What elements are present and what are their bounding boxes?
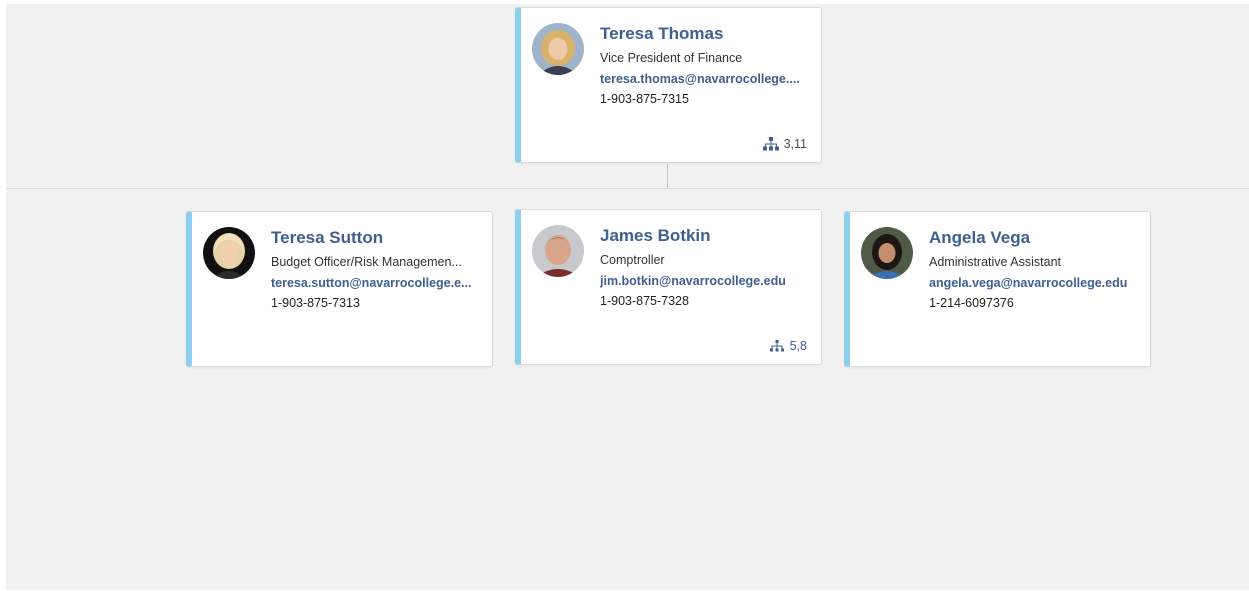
person-email-link[interactable]: teresa.thomas@navarrocollege.... [600, 71, 812, 88]
person-phone: 1-903-875-7313 [271, 296, 360, 310]
org-card-teresa-thomas[interactable]: Teresa Thomas Vice President of Finance … [515, 7, 822, 163]
person-photo-icon [532, 23, 584, 75]
person-phone: 1-903-875-7328 [600, 294, 689, 308]
person-name: Teresa Thomas [600, 24, 724, 43]
person-email-link[interactable]: teresa.sutton@navarrocollege.e... [271, 275, 483, 292]
person-email-link[interactable]: angela.vega@navarrocollege.edu [929, 275, 1141, 292]
org-hierarchy-icon [769, 339, 785, 353]
org-card-teresa-sutton[interactable]: Teresa Sutton Budget Officer/Risk Manage… [186, 211, 493, 367]
person-phone: 1-214-6097376 [929, 296, 1014, 310]
avatar [861, 227, 913, 279]
person-photo-icon [861, 227, 913, 279]
org-card-angela-vega[interactable]: Angela Vega Administrative Assistant ang… [844, 211, 1151, 367]
person-title: Comptroller [600, 253, 665, 267]
org-chart-canvas: Teresa Thomas Vice President of Finance … [6, 4, 1249, 590]
org-connector-line [667, 164, 668, 188]
direct-reports-button[interactable]: 3,11 [762, 137, 807, 151]
person-photo-icon [203, 227, 255, 279]
person-name: Teresa Sutton [271, 228, 384, 247]
person-phone: 1-903-875-7315 [600, 92, 689, 106]
avatar [203, 227, 255, 279]
person-photo-icon [532, 225, 584, 277]
person-email-link[interactable]: jim.botkin@navarrocollege.edu [600, 273, 812, 290]
reports-count: 5,8 [789, 339, 807, 353]
avatar [532, 23, 584, 75]
reports-count: 3,11 [783, 137, 807, 151]
direct-reports-button[interactable]: 5,8 [769, 339, 807, 353]
org-card-james-botkin[interactable]: James Botkin Comptroller jim.botkin@nava… [515, 209, 822, 365]
avatar [532, 225, 584, 277]
org-hierarchy-icon [762, 137, 779, 151]
person-name: James Botkin [600, 226, 711, 245]
person-title: Administrative Assistant [929, 255, 1061, 269]
person-title: Budget Officer/Risk Managemen... [271, 255, 462, 269]
person-title: Vice President of Finance [600, 51, 743, 65]
person-name: Angela Vega [929, 228, 1031, 247]
level-divider [6, 188, 1249, 189]
